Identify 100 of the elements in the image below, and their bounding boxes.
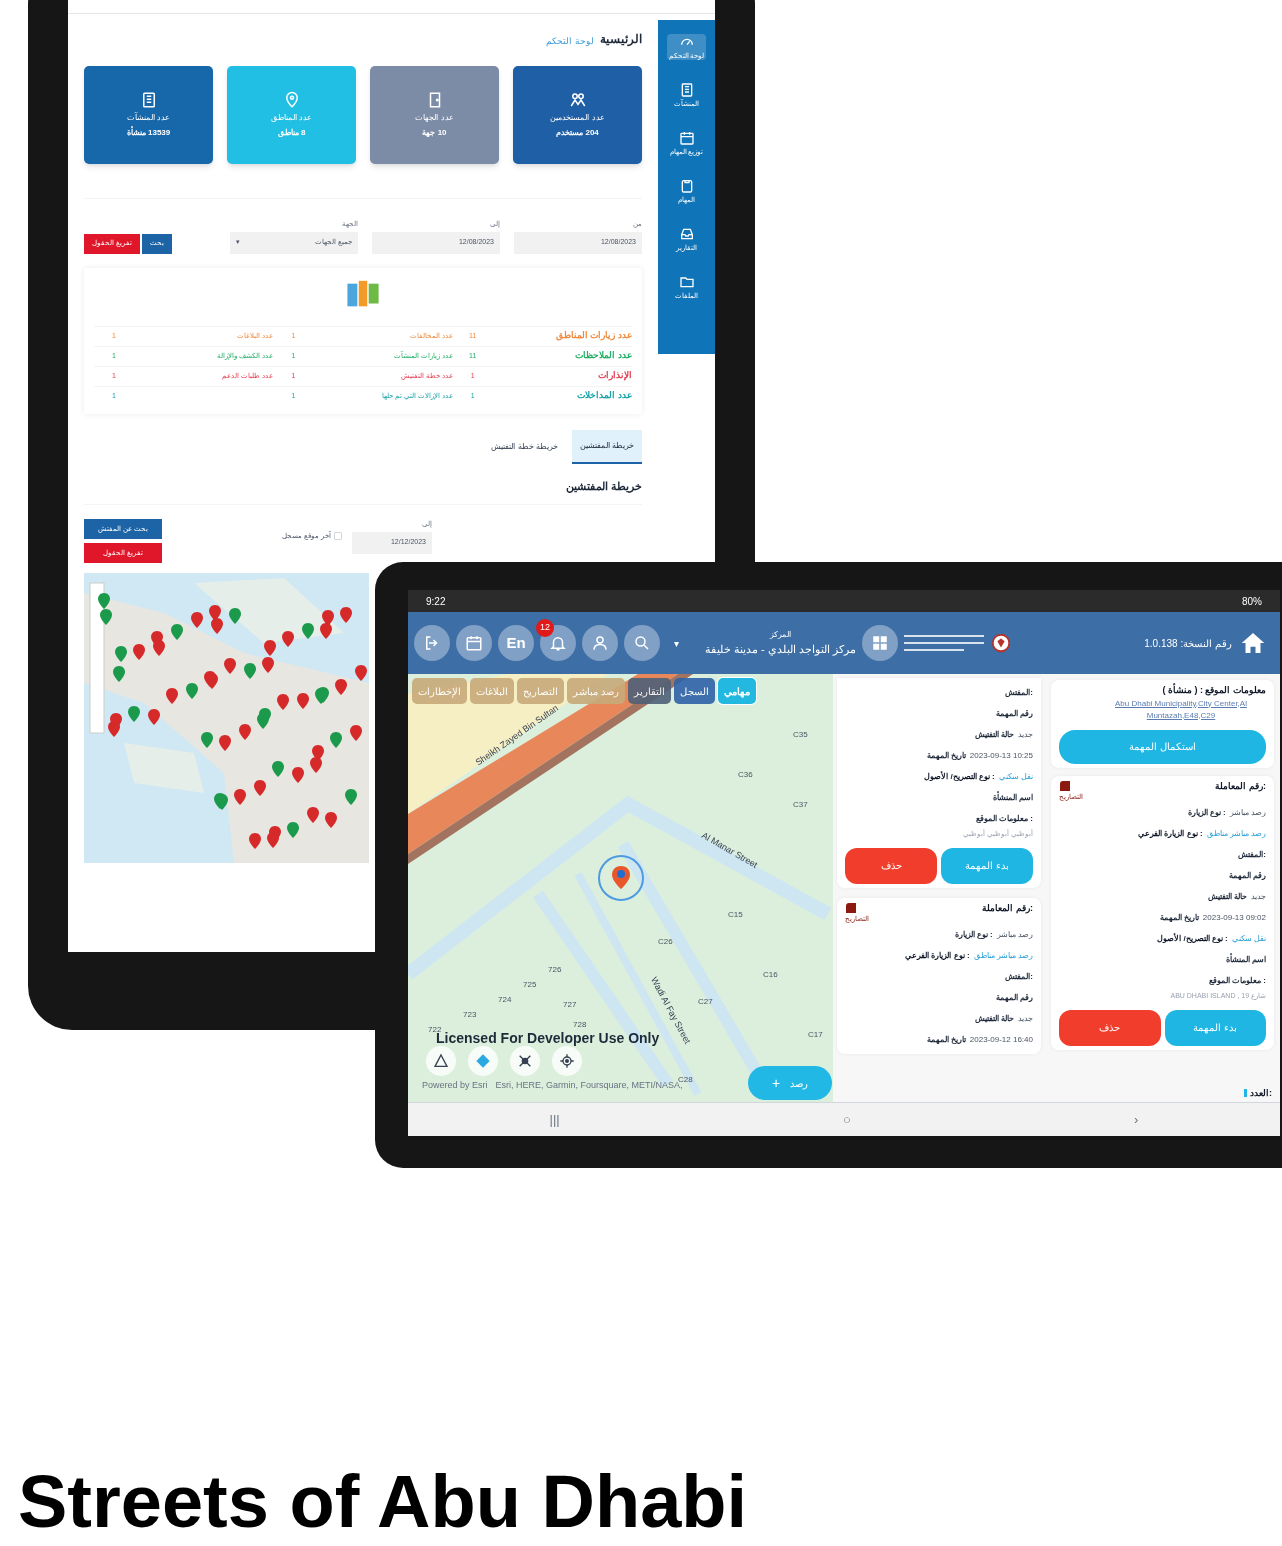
stat-label: عدد الجهات (415, 112, 454, 124)
parcel-label: 727 (563, 999, 577, 1011)
count-indicator (1244, 1089, 1247, 1098)
field-label: حالة التفتيش (974, 1013, 1014, 1025)
nav-button[interactable]: ||| (539, 1109, 570, 1130)
field-label: حالة التفتيش (974, 729, 1014, 741)
field-label: المفتش: (1005, 971, 1033, 983)
grid-icon (870, 634, 889, 652)
field-label: رقم المهمة (995, 708, 1033, 720)
field-label: المفتش: (1238, 849, 1266, 861)
stat-value: 204 مستخدم (556, 127, 599, 139)
stat-row-label: الإنذارات (597, 369, 632, 383)
field-label: نوع التصريح/ الأصول : (1157, 932, 1228, 945)
folder-icon (678, 274, 695, 290)
field-value: 2023-09-13 10:25 (969, 750, 1033, 762)
basemap-button[interactable] (426, 1046, 456, 1076)
field-link[interactable]: نقل سكني (998, 766, 1033, 787)
tray-icon (678, 226, 695, 242)
calendar-button[interactable] (456, 625, 492, 661)
delete-button[interactable]: حذف (1059, 1009, 1161, 1046)
logout-button[interactable] (414, 625, 450, 661)
dropdown-caret-icon[interactable]: ▾ (674, 635, 679, 651)
field-value: جديد (1251, 891, 1266, 903)
stat-value: 13539 منشأة (126, 127, 171, 139)
card-title: معلومات الموقع : ( منشأة ) (1162, 684, 1266, 698)
profile-button[interactable] (582, 625, 618, 661)
notification-badge: 12 (536, 619, 554, 637)
nav-button[interactable]: ‹ (1124, 1109, 1149, 1130)
field-label: تاريخ المهمة (1159, 912, 1199, 924)
grid-button[interactable] (861, 625, 898, 661)
parcel-label: C26 (658, 936, 673, 948)
field-value: 2023-09-13 09:02 (1202, 912, 1266, 924)
center-caption: المركز (769, 628, 791, 641)
map-tab[interactable]: خريطة المفتشين (571, 429, 642, 464)
directions-button[interactable] (468, 1046, 498, 1076)
satellite-button[interactable] (510, 1046, 540, 1076)
field-link[interactable]: رصد مباشر مناطق (1206, 823, 1266, 844)
center-name[interactable]: مركز التواجد البلدي - مدينة خليفة (705, 640, 856, 658)
tag-icon (1059, 779, 1071, 792)
field-value: رصد مباشر (1229, 807, 1266, 819)
people-icon (568, 91, 587, 109)
location-link[interactable]: Abu Dhabi Municipality,City Center,Al Muntazah,E48,C29 (1096, 697, 1266, 722)
field-label: نوع الزيارة : (1187, 807, 1226, 819)
parcel-label: C36 (738, 769, 753, 781)
card-title: رقم المعاملة: (982, 901, 1033, 915)
field-value: رصد مباشر (996, 929, 1033, 941)
delete-button[interactable]: حذف (845, 847, 937, 884)
field-label: نوع الزيارة الفرعي : (905, 950, 970, 963)
tag-icon (845, 901, 857, 914)
breadcrumb-current: الرئيسية (600, 31, 642, 48)
parcel-label: 728 (573, 1019, 587, 1031)
diamond-icon (475, 1053, 491, 1069)
clock-text: 9:22 (426, 594, 446, 609)
emblem-icon (989, 632, 1012, 654)
field-label: المفتش: (1005, 687, 1033, 699)
field-label: تاريخ المهمة (926, 750, 966, 762)
search-icon (633, 634, 651, 652)
field-label: رقم المهمة (1228, 870, 1266, 882)
parcel-label: 725 (523, 979, 537, 991)
stat-label: عدد المنشآت (126, 112, 171, 124)
stat-label: عدد المناطق (270, 112, 313, 124)
nav-button[interactable]: ○ (832, 1109, 861, 1130)
map-tab[interactable]: خريطة خطة التفتيش (483, 429, 566, 464)
parcel-label: C27 (698, 996, 713, 1008)
stat-row-label: عدد زيارات المناطق (555, 329, 632, 343)
language-button[interactable]: En (498, 625, 534, 661)
count-label: العدد: (1250, 1086, 1272, 1100)
field-label: معلومات الموقع : (1208, 975, 1266, 987)
checkbox[interactable] (334, 532, 342, 541)
field-label: نوع الزيارة الفرعي : (1138, 828, 1203, 841)
field-value: 2023-09-12 16:40 (969, 1034, 1033, 1046)
field-link[interactable]: رصد مباشر مناطق (973, 945, 1033, 966)
field-label: نوع الزيارة : (954, 929, 993, 941)
location-marker-icon (598, 855, 644, 901)
locate-button[interactable] (552, 1046, 582, 1076)
field-value: جديد (1018, 1013, 1033, 1025)
field-value: جديد (1018, 729, 1033, 741)
parcel-label: C35 (793, 729, 808, 741)
stat-value: 8 مناطق (277, 127, 306, 139)
bell-icon (549, 634, 567, 652)
field-label: نوع التصريح/ الأصول : (924, 770, 995, 783)
notifications-button[interactable] (540, 625, 576, 661)
tab[interactable]: السجل (673, 678, 715, 704)
version-text: رقم النسخة: 1.0.138 (1144, 636, 1232, 651)
page-headline: Streets of Abu Dhabi (18, 1462, 748, 1542)
field-link[interactable]: نقل سكني (1231, 928, 1266, 949)
search-button[interactable] (624, 625, 660, 661)
crosshair-icon (559, 1053, 575, 1069)
tab[interactable]: التقارير (627, 678, 671, 704)
breadcrumb-link[interactable]: لوحة التحكم (546, 34, 594, 48)
stat-row-label: عدد المداخلات (576, 389, 632, 403)
field-label: تاريخ المهمة (926, 1034, 966, 1046)
parcel-label: C37 (793, 799, 808, 811)
stat-value: 10 جهة (422, 127, 447, 139)
field-label: حالة التفتيش (1207, 891, 1247, 903)
section-title: خريطة المفتشين (564, 478, 642, 494)
calendar-icon (678, 130, 695, 146)
parcel-label: 723 (463, 1009, 477, 1021)
calendar-icon (465, 634, 483, 652)
card-title: رقم المعاملة: (1215, 779, 1266, 793)
